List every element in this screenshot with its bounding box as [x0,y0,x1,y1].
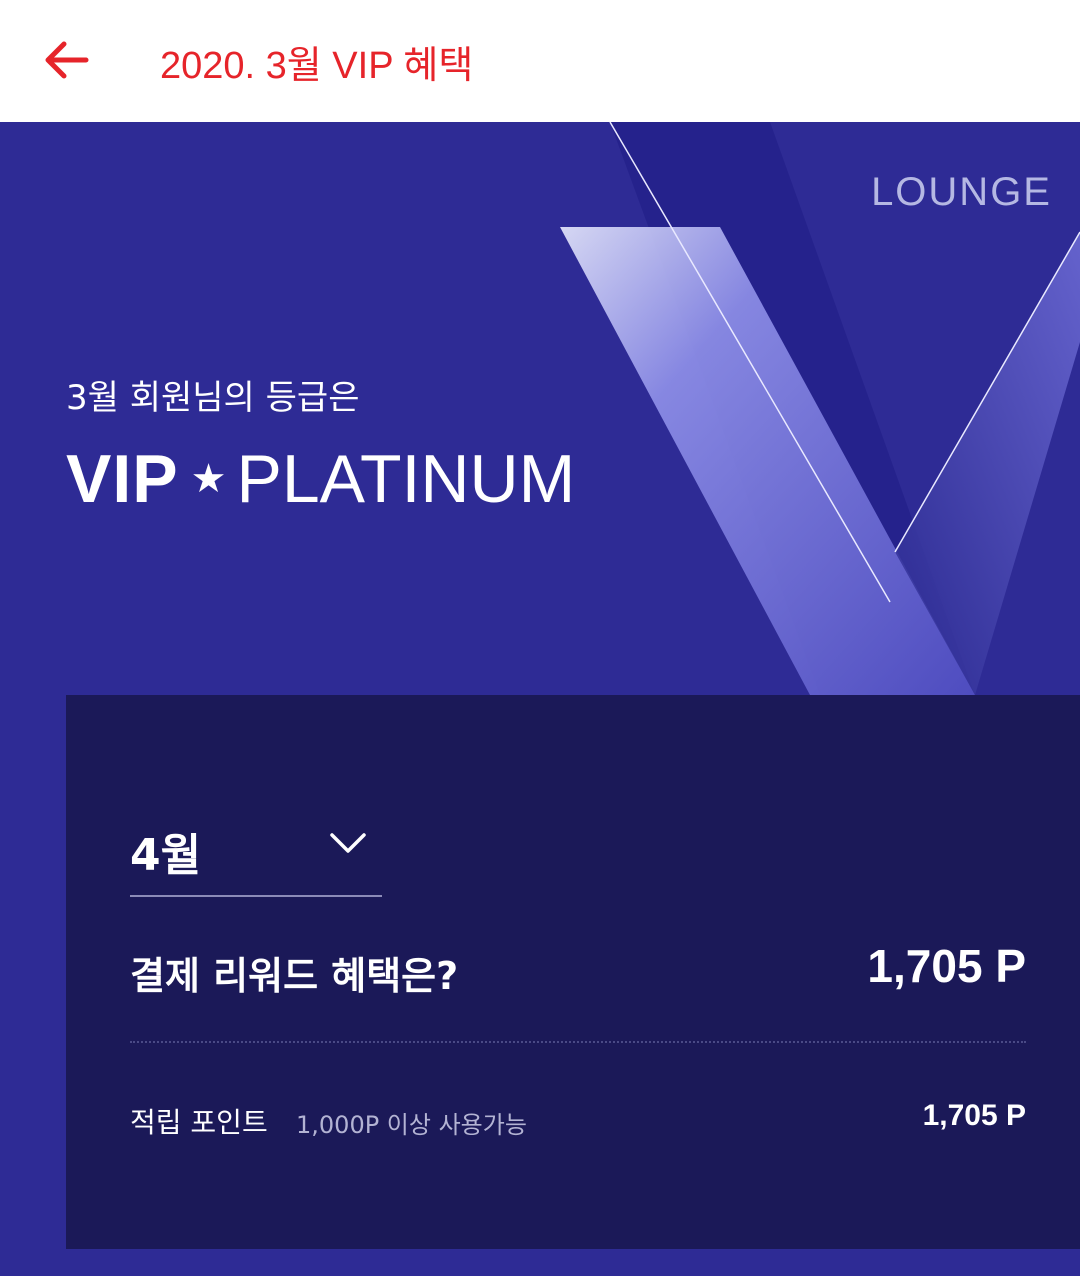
dotted-divider [130,1041,1026,1043]
vip-hero-banner: LOUNGE 3월 회원님의 등급은 VIP ★ PLATINUM 4월 결제 … [0,122,1080,1276]
grade-intro-text: 3월 회원님의 등급은 [66,378,360,418]
back-button[interactable] [38,36,94,84]
points-value: 1,705 P [922,1099,1026,1132]
grade-title: VIP ★ PLATINUM [66,440,575,518]
grade-tier: PLATINUM [236,441,576,517]
reward-card: 4월 결제 리워드 혜택은? 1,705 P 적립 포인트 1,000P 이상 … [66,695,1080,1249]
lounge-brand-label: LOUNGE [871,170,1052,214]
back-arrow-icon [45,41,89,79]
reward-title: 결제 리워드 혜택은? [130,954,459,998]
chevron-down-icon [330,833,366,853]
grade-prefix: VIP [66,441,179,517]
month-dropdown[interactable]: 4월 [130,809,382,897]
star-icon: ★ [190,457,227,501]
top-app-bar: 2020. 3월 VIP 혜택 [0,0,1080,122]
points-note: 1,000P 이상 사용가능 [296,1111,527,1139]
reward-total-value: 1,705 P [867,940,1026,992]
month-selected: 4월 [130,830,202,881]
page-title: 2020. 3월 VIP 혜택 [160,45,474,87]
points-label: 적립 포인트 [130,1106,268,1139]
